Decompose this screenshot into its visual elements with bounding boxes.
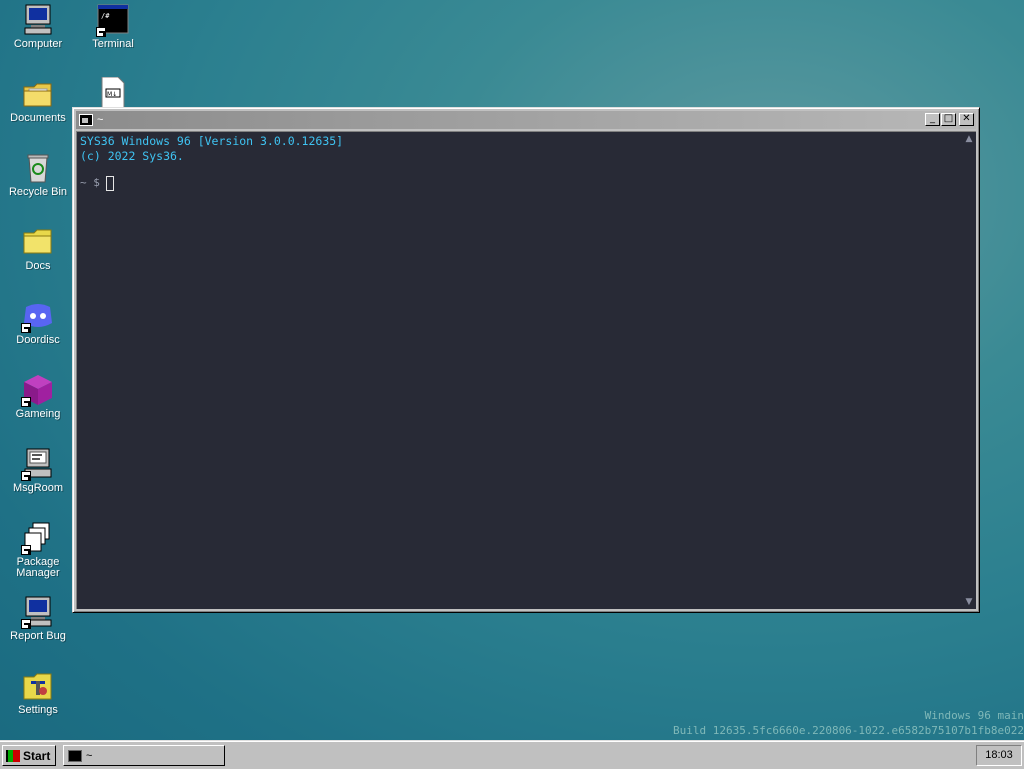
desktop-icon-label: Computer <box>13 38 63 50</box>
terminal-window-icon <box>68 749 82 762</box>
computer-icon <box>21 3 55 37</box>
svg-text:/#: /# <box>101 12 110 20</box>
markdown-file-icon: M↓ <box>96 77 130 107</box>
desktop-icon-label: Recycle Bin <box>8 186 68 198</box>
desktop-icon-label: Docs <box>25 260 51 272</box>
desktop-icon-gameing[interactable]: Gameing <box>0 373 76 420</box>
desktop-icon-computer[interactable]: Computer <box>0 3 76 50</box>
maximize-button[interactable]: □ <box>941 113 956 126</box>
terminal-scrollbar[interactable]: ▲ ▼ <box>964 134 974 607</box>
desktop-icon-label: Settings <box>18 704 58 716</box>
desktop-icon-report-bug[interactable]: Report Bug <box>0 595 76 642</box>
terminal-line: (c) 2022 Sys36. <box>80 149 184 163</box>
taskbar-item-label: ~ <box>86 749 93 762</box>
desktop: Computer /# Terminal Documents M↓ Recycl… <box>0 0 1024 740</box>
start-label: Start <box>23 748 51 763</box>
desktop-icon-label: Package Manager <box>16 556 60 579</box>
build-number: Build 12635.5fc6660e.220806-1022.e6582b7… <box>673 724 1024 737</box>
terminal-text: SYS36 Windows 96 [Version 3.0.0.12635] (c… <box>80 134 343 164</box>
build-watermark: Windows 96 main Build 12635.5fc6660e.220… <box>673 708 1024 738</box>
shortcut-arrow-icon <box>21 471 31 481</box>
desktop-icon-settings[interactable]: Settings <box>0 669 76 716</box>
close-button[interactable]: ✕ <box>959 113 974 126</box>
start-logo-icon <box>6 749 20 762</box>
shortcut-arrow-icon <box>96 27 106 37</box>
desktop-icon-documents[interactable]: Documents <box>0 77 76 124</box>
terminal-cursor <box>106 176 114 191</box>
desktop-icon-label: Documents <box>10 112 66 124</box>
desktop-icon-label: Gameing <box>15 408 61 420</box>
terminal-output[interactable]: SYS36 Windows 96 [Version 3.0.0.12635] (c… <box>76 131 976 609</box>
window-controls: _ □ ✕ <box>924 113 974 126</box>
taskbar: Start ~ 18:03 <box>0 740 1024 769</box>
terminal-prompt: ~ $ <box>80 176 100 189</box>
documents-folder-icon <box>21 77 55 111</box>
window-titlebar[interactable]: ~ _ □ ✕ <box>76 111 976 129</box>
build-name: Windows 96 main <box>924 709 1024 722</box>
terminal-window[interactable]: ~ _ □ ✕ SYS36 Windows 96 [Version 3.0.0.… <box>72 107 980 613</box>
terminal-icon: /# <box>96 3 130 37</box>
doordisc-icon <box>21 299 55 333</box>
desktop-icon-label: Doordisc <box>16 334 60 346</box>
shortcut-arrow-icon <box>21 323 31 333</box>
minimize-button[interactable]: _ <box>925 113 940 126</box>
monitor-icon <box>21 595 55 629</box>
desktop-icon-terminal[interactable]: /# Terminal <box>75 3 151 50</box>
desktop-icon-label: MsgRoom <box>12 482 64 494</box>
desktop-icon-label: Report Bug <box>10 630 66 642</box>
svg-text:M↓: M↓ <box>107 91 117 98</box>
shortcut-arrow-icon <box>21 397 31 407</box>
desktop-icon-doordisc[interactable]: Doordisc <box>0 299 76 346</box>
shortcut-arrow-icon <box>21 619 31 629</box>
scroll-down-arrow-icon[interactable]: ▼ <box>964 597 974 607</box>
taskbar-item-terminal[interactable]: ~ <box>63 745 225 766</box>
cube-icon <box>21 373 55 407</box>
desktop-icon-markdown-file[interactable]: M↓ <box>75 77 151 107</box>
terminal-window-icon <box>79 114 93 126</box>
start-button[interactable]: Start <box>2 745 56 766</box>
scroll-up-arrow-icon[interactable]: ▲ <box>964 134 974 144</box>
package-icon <box>21 521 55 555</box>
terminal-line: SYS36 Windows 96 [Version 3.0.0.12635] <box>80 134 344 148</box>
shortcut-arrow-icon <box>21 545 31 555</box>
recycle-bin-icon <box>21 151 55 185</box>
window-title: ~ <box>97 114 104 126</box>
desktop-icon-docs[interactable]: Docs <box>0 225 76 272</box>
settings-icon <box>21 669 55 703</box>
folder-icon <box>21 225 55 259</box>
msgroom-icon <box>21 447 55 481</box>
desktop-icon-label: Terminal <box>92 38 134 50</box>
system-tray-clock[interactable]: 18:03 <box>976 745 1022 766</box>
desktop-icon-msgroom[interactable]: MsgRoom <box>0 447 76 494</box>
desktop-icon-recycle-bin[interactable]: Recycle Bin <box>0 151 76 198</box>
desktop-icon-package-manager[interactable]: Package Manager <box>0 521 76 579</box>
